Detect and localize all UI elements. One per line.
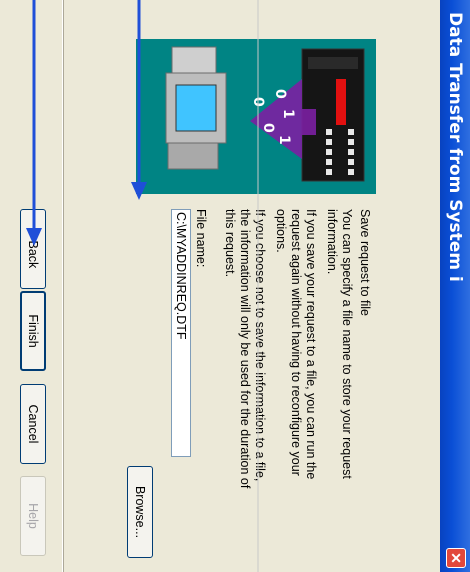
server-red-panel — [336, 79, 346, 125]
button-separator — [62, 0, 64, 572]
computer-keyboard — [171, 46, 217, 74]
paragraph-2-line-3: options. — [274, 209, 288, 253]
file-name-label: File name: — [194, 209, 208, 268]
server-drive-bay — [308, 57, 358, 69]
cancel-button[interactable]: Cancel — [20, 384, 46, 464]
paragraph-1-line-2: information. — [325, 209, 339, 275]
paragraph-2: If you save your request to a file, you … — [273, 209, 318, 479]
svg-text:1: 1 — [280, 109, 296, 119]
window-title: Data Transfer from System i — [445, 12, 465, 282]
paragraph-1-line-1: You can specify a file name to store you… — [340, 209, 354, 479]
paragraph-3-line-1: If you choose not to save the informatio… — [253, 209, 267, 482]
page-heading: Save request to file — [358, 209, 372, 317]
paragraph-3-line-3: this request. — [223, 209, 237, 278]
svg-text:1: 1 — [276, 135, 292, 145]
paragraph-2-line-1: If you save your request to a file, you … — [304, 209, 318, 480]
browse-button[interactable]: Browse... — [127, 466, 153, 558]
close-icon: ✕ — [448, 552, 464, 564]
back-button[interactable]: < Back — [20, 209, 46, 289]
paragraph-2-line-2: request again without having to reconfig… — [289, 209, 303, 476]
close-button[interactable]: ✕ — [446, 548, 466, 568]
illustration-graphic: 0 1 0 0 1 — [165, 46, 365, 182]
rotated-screen: Data Transfer from System i ✕ 0 1 0 0 1 … — [0, 0, 470, 572]
paragraph-1: You can specify a file name to store you… — [324, 209, 354, 479]
svg-text:0: 0 — [272, 89, 288, 99]
paragraph-3-line-2: the information will only be used for th… — [238, 209, 252, 489]
computer-screen — [175, 84, 217, 132]
wizard-dialog: Data Transfer from System i ✕ 0 1 0 0 1 … — [0, 0, 470, 572]
paragraph-3: If you choose not to save the informatio… — [222, 209, 267, 488]
transfer-illustration: 0 1 0 0 1 — [136, 39, 376, 194]
finish-button[interactable]: Finish — [20, 291, 46, 371]
computer-side — [167, 142, 219, 170]
svg-text:0: 0 — [250, 97, 266, 107]
title-bar[interactable]: Data Transfer from System i ✕ — [440, 0, 470, 572]
svg-text:0: 0 — [260, 123, 276, 133]
file-name-input[interactable]: C:\MYADDINREQ.DTF — [171, 209, 191, 457]
help-button[interactable]: Help — [20, 476, 46, 556]
